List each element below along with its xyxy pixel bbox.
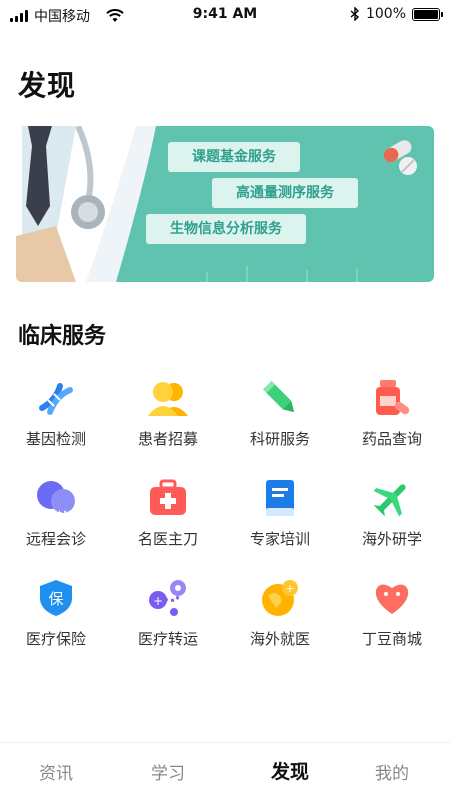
transfer-route-icon: + [149, 580, 186, 616]
service-label: 丁豆商城 [361, 630, 422, 648]
service-dingdou-shop[interactable]: 丁豆商城 [336, 570, 448, 660]
service-label: 药品查询 [361, 430, 422, 448]
tab-mine[interactable]: 我的 [336, 759, 448, 784]
service-label: 医疗保险 [25, 630, 86, 648]
service-drug-query[interactable]: 药品查询 [336, 370, 448, 460]
bottom-tab-bar: 资讯 学习 发现 我的 [0, 742, 450, 800]
service-label: 海外研学 [361, 530, 422, 548]
svg-text:+: + [285, 582, 294, 595]
banner[interactable]: 课题基金服务 高通量测序服务 生物信息分析服务 [16, 126, 434, 282]
battery-icon [412, 7, 443, 21]
service-expert-training[interactable]: 专家培训 [224, 470, 336, 560]
status-right: 100% [350, 6, 443, 22]
service-research[interactable]: 科研服务 [224, 370, 336, 460]
banner-item-bioinformatics[interactable]: 生物信息分析服务 [146, 214, 306, 244]
pencil-icon [263, 381, 295, 413]
book-icon [266, 480, 294, 516]
globe-medical-icon: + [262, 580, 298, 616]
service-gene-test[interactable]: 基因检测 [0, 370, 112, 460]
heart-shop-icon [375, 584, 409, 614]
service-famous-surgeon[interactable]: 名医主刀 [112, 470, 224, 560]
people-icon [148, 382, 188, 416]
service-overseas-medical[interactable]: + 海外就医 [224, 570, 336, 660]
service-medical-insurance[interactable]: 保 医疗保险 [0, 570, 112, 660]
insurance-shield-icon: 保 [40, 580, 72, 616]
service-label: 海外就医 [249, 630, 310, 648]
medical-kit-icon [150, 479, 186, 515]
remote-consult-icon: +•• [37, 481, 75, 517]
battery-percent: 100% [365, 6, 406, 22]
service-medical-transfer[interactable]: + 医疗转运 [112, 570, 224, 660]
tab-news[interactable]: 资讯 [0, 759, 112, 784]
svg-text:+••: +•• [56, 508, 72, 517]
svg-text:+: + [153, 594, 163, 608]
service-label: 专家培训 [249, 530, 310, 548]
medicine-bottle-icon [376, 380, 410, 415]
tab-label: 我的 [375, 764, 409, 784]
service-remote-consult[interactable]: +•• 远程会诊 [0, 470, 112, 560]
service-label: 科研服务 [249, 430, 310, 448]
banner-item-research-fund[interactable]: 课题基金服务 [168, 142, 300, 172]
tab-label: 学习 [151, 764, 185, 784]
tab-label: 发现 [270, 761, 309, 783]
service-label: 基因检测 [25, 430, 86, 448]
service-overseas-study[interactable]: 海外研学 [336, 470, 448, 560]
banner-item-sequencing[interactable]: 高通量测序服务 [212, 178, 358, 208]
page-title: 发现 [18, 69, 77, 102]
section-title-clinical: 临床服务 [18, 324, 107, 349]
service-patient-recruit[interactable]: 患者招募 [112, 370, 224, 460]
tab-learning[interactable]: 学习 [112, 759, 224, 784]
svg-text:保: 保 [48, 590, 63, 608]
service-label: 名医主刀 [137, 530, 198, 548]
service-label: 患者招募 [137, 430, 198, 448]
tab-discover[interactable]: 发现 [234, 757, 346, 784]
dna-icon [39, 383, 73, 415]
bluetooth-icon [350, 7, 359, 21]
service-label: 医疗转运 [137, 630, 198, 648]
tab-label: 资讯 [39, 764, 73, 784]
status-bar: 中国移动 9:41 AM 100% [0, 0, 450, 32]
airplane-icon [373, 484, 406, 517]
service-label: 远程会诊 [25, 530, 86, 548]
